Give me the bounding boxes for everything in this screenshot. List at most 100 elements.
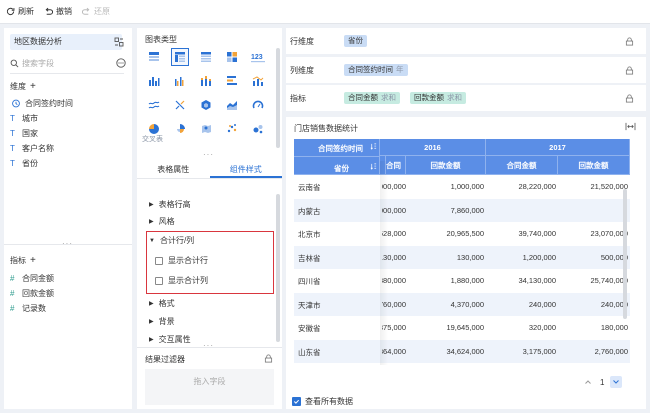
measure-item[interactable]: # 回款金额: [10, 288, 54, 299]
measure-chip[interactable]: 合同金额 求和: [344, 92, 400, 104]
year-header: 2017: [486, 139, 630, 156]
value-cell: 25,740,000: [590, 276, 628, 285]
dimension-item[interactable]: T 客户名称: [10, 143, 54, 154]
row-dimension-chip[interactable]: 省份: [344, 35, 367, 47]
lock-icon[interactable]: [625, 37, 634, 46]
dimension-item[interactable]: T 国家: [10, 128, 38, 139]
measure-chip[interactable]: 回款金额 求和: [410, 92, 466, 104]
value-cell: 19,645,000: [446, 323, 484, 332]
value-cell: 240,000: [600, 299, 628, 309]
chart-type-rose[interactable]: [171, 120, 189, 138]
view-all-checkbox[interactable]: 查看所有数据: [292, 396, 353, 407]
table-row: 四川省51,880,0001,880,00034,130,00025,740,0…: [294, 269, 630, 292]
resize-handle[interactable]: ···: [203, 150, 214, 159]
chart-type-gauge[interactable]: [249, 96, 267, 114]
chart-type-stacked-bar[interactable]: [197, 72, 215, 90]
table-scrollbar[interactable]: [623, 189, 627, 319]
chart-type-scrollbar[interactable]: [276, 48, 280, 148]
prop-label: 表格行高: [158, 200, 191, 209]
switch-dataset-icon[interactable]: [114, 37, 124, 47]
chart-type-bar[interactable]: [145, 72, 163, 90]
stacked-bar-icon: [201, 76, 211, 86]
lock-icon[interactable]: [625, 66, 634, 75]
field-search-input[interactable]: 搜索字段: [10, 56, 114, 70]
value-cell: 1,000,000: [450, 182, 484, 191]
dataset-selector[interactable]: 地区数据分析: [10, 34, 122, 50]
dimension-item[interactable]: 合同签约时间: [10, 98, 73, 109]
measure-item[interactable]: # 合同金额: [10, 273, 54, 284]
next-page-button[interactable]: [610, 376, 623, 388]
prop-label: 格式: [158, 299, 175, 308]
prop-background[interactable]: ▶ 背景: [149, 316, 175, 327]
text-field-icon: T: [10, 159, 15, 168]
chart-type-range[interactable]: [171, 96, 189, 114]
chart-type-title: 图表类型: [145, 35, 177, 44]
value-cell: 39,740,000: [518, 229, 556, 238]
lock-icon[interactable]: [625, 94, 634, 103]
chart-type-bar-line[interactable]: [249, 72, 267, 90]
chart-type-scatter[interactable]: [223, 120, 241, 138]
tab-table-properties[interactable]: 表格属性: [137, 161, 210, 178]
row-header-cell: 山东省: [298, 347, 321, 357]
checkbox-box[interactable]: [155, 276, 163, 285]
add-measure-icon[interactable]: +: [30, 255, 36, 266]
more-options-icon[interactable]: [116, 58, 126, 68]
column-dimension-bar[interactable]: 列维度 合同签约时间年: [286, 57, 646, 83]
chart-type-area[interactable]: [223, 96, 241, 114]
fit-width-icon[interactable]: [625, 122, 636, 131]
chart-type-bubble[interactable]: [249, 120, 267, 138]
chart-type-table[interactable]: [145, 48, 163, 66]
dimension-item[interactable]: T 城市: [10, 113, 38, 124]
chart-type-detail-table[interactable]: [197, 48, 215, 66]
chart-type-polygon[interactable]: [197, 96, 215, 114]
value-cell: 7,860,000: [450, 205, 484, 215]
sort-icon[interactable]: [370, 143, 377, 150]
tab-component-style[interactable]: 组件样式: [209, 161, 282, 178]
show-total-column-checkbox[interactable]: 显示合计列: [155, 275, 208, 286]
prev-page-button[interactable]: [582, 376, 594, 388]
value-cell: 34,130,000: [518, 276, 556, 285]
dimension-item[interactable]: T 省份: [10, 158, 38, 169]
sort-icon[interactable]: [370, 163, 377, 170]
chart-type-horizontal-bar[interactable]: [223, 72, 241, 90]
measure-section: 指标 +: [10, 255, 36, 266]
prop-total-section[interactable]: ▼ 合计行/列: [149, 235, 194, 246]
chart-type-number[interactable]: 123: [249, 48, 267, 66]
checkbox-checked[interactable]: [292, 397, 301, 406]
pagination: 1: [579, 376, 625, 388]
top-toolbar: 刷新 撤销 还原: [0, 0, 650, 24]
undo-button[interactable]: 撤销: [44, 6, 72, 17]
add-dimension-icon[interactable]: +: [30, 81, 36, 92]
prop-theme[interactable]: ▶ 风格: [149, 216, 175, 227]
property-scrollbar[interactable]: [276, 194, 280, 342]
measure-item[interactable]: # 记录数: [10, 303, 46, 314]
chart-type-map[interactable]: [197, 120, 215, 138]
expand-icon: ▶: [149, 337, 154, 343]
measure-label: 记录数: [22, 304, 46, 313]
chart-type-grouped-bar[interactable]: [171, 72, 189, 90]
prop-interaction[interactable]: ▶ 交互属性: [149, 334, 191, 345]
chart-type-kpi[interactable]: [223, 48, 241, 66]
redo-icon: [82, 7, 90, 15]
expand-icon: ▶: [149, 202, 154, 208]
prop-row-height[interactable]: ▶ 表格行高: [149, 199, 191, 210]
column-dimension-chip[interactable]: 合同签约时间年: [344, 64, 408, 76]
checkbox-box[interactable]: [155, 256, 163, 265]
redo-button[interactable]: 还原: [82, 6, 110, 17]
measure-header: 合同金额: [486, 156, 558, 175]
rose-chart-icon: [177, 124, 185, 133]
chart-type-cross-table[interactable]: [171, 48, 189, 66]
row-dimension-bar[interactable]: 行维度 省份: [286, 28, 646, 54]
refresh-button[interactable]: 刷新: [6, 6, 34, 17]
prop-format[interactable]: ▶ 格式: [149, 298, 175, 309]
filter-drop-zone[interactable]: 拖入字段: [145, 369, 274, 405]
horizontal-bar-icon: [227, 76, 237, 85]
dimension-label: 省份: [22, 159, 38, 168]
chart-type-line[interactable]: [145, 96, 163, 114]
show-total-row-checkbox[interactable]: 显示合计行: [155, 255, 208, 266]
resize-handle[interactable]: ···: [203, 341, 214, 350]
grouped-bar-icon: [175, 77, 184, 86]
measure-bar[interactable]: 指标 合同金额 求和 回款金额 求和: [286, 85, 646, 111]
lock-icon[interactable]: [264, 354, 273, 363]
row-dimension-label: 行维度: [290, 37, 314, 46]
